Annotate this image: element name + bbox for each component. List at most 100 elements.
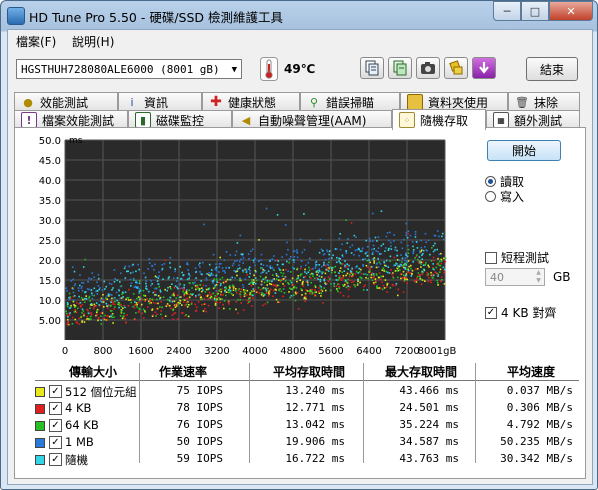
menu-help[interactable]: 說明(H) — [72, 33, 114, 50]
data-point — [225, 266, 228, 269]
short-stroke-checkbox[interactable] — [485, 251, 497, 264]
align-4kb-checkbox[interactable]: ✓ — [485, 306, 497, 319]
write-radio[interactable] — [485, 191, 496, 202]
data-point — [151, 264, 153, 267]
data-point — [148, 302, 151, 305]
series-checkbox[interactable]: ✓ — [49, 419, 62, 432]
data-point — [269, 282, 271, 285]
data-point — [89, 300, 91, 302]
write-option[interactable]: 寫入 — [485, 188, 524, 205]
data-point — [390, 269, 392, 271]
data-point — [183, 295, 186, 297]
tab-benchmark[interactable]: ● 效能測試 — [14, 92, 118, 111]
data-point — [308, 257, 311, 260]
data-point — [378, 261, 381, 264]
table-row: ✓ 64 KB 76 IOPS 13.042 ms 35.224 ms 4.792 MB/… — [35, 417, 585, 433]
data-point — [276, 264, 279, 266]
data-point — [109, 293, 112, 296]
series-checkbox[interactable]: ✓ — [49, 453, 62, 466]
data-point — [418, 256, 421, 258]
read-radio[interactable] — [485, 176, 496, 187]
data-point — [284, 280, 287, 282]
data-point — [147, 268, 149, 270]
data-point — [218, 271, 220, 273]
align-4kb-option[interactable]: ✓ 4 KB 對齊 — [485, 304, 556, 321]
data-point — [410, 264, 412, 267]
short-stroke-label: 短程測試 — [501, 251, 550, 265]
data-point — [317, 278, 319, 280]
write-label: 寫入 — [500, 190, 525, 204]
data-point — [159, 291, 162, 293]
data-point — [367, 246, 369, 248]
start-button[interactable]: 開始 — [487, 140, 561, 161]
data-point — [179, 287, 182, 290]
drive-select[interactable]: HGSTHUH728080ALE6000 (8001 gB) ▼ — [16, 59, 242, 79]
exit-button[interactable]: 結束 — [526, 57, 578, 81]
copy-text-button[interactable] — [388, 57, 412, 79]
data-point — [185, 301, 188, 303]
series-checkbox[interactable]: ✓ — [49, 436, 62, 449]
data-point — [151, 283, 153, 285]
series-checkbox[interactable]: ✓ — [49, 385, 62, 398]
data-point — [201, 304, 203, 306]
tab-random-access[interactable]: ⁘ 隨機存取 — [392, 109, 486, 130]
data-point — [107, 293, 110, 296]
data-point — [337, 283, 339, 286]
data-point — [404, 276, 407, 279]
data-point — [197, 301, 200, 303]
data-point — [201, 290, 203, 293]
close-button[interactable]: ✕ — [549, 1, 593, 21]
minimize-button[interactable]: ─ — [493, 1, 521, 21]
max-access-value: 43.466 ms — [399, 384, 459, 397]
data-point — [394, 270, 397, 272]
data-point — [144, 276, 147, 279]
data-point — [400, 277, 402, 280]
data-point — [260, 259, 262, 261]
data-point — [246, 299, 249, 302]
data-point — [342, 284, 344, 286]
tab-info[interactable]: i 資訊 — [118, 92, 202, 111]
series-checkbox[interactable]: ✓ — [49, 402, 62, 415]
data-point — [235, 288, 237, 290]
short-stroke-option[interactable]: 短程測試 — [485, 249, 549, 266]
copy-info-button[interactable] — [360, 57, 384, 79]
save-button[interactable] — [472, 57, 496, 79]
tab-label: 資料夾使用 — [428, 95, 489, 110]
tab-error-scan[interactable]: ⚲ 錯誤掃瞄 — [300, 92, 400, 111]
data-point — [165, 305, 168, 307]
menu-file[interactable]: 檔案(F) — [16, 33, 56, 50]
tab-health[interactable]: ✚ 健康狀態 — [202, 92, 300, 111]
data-point — [323, 261, 325, 264]
data-point — [274, 259, 277, 262]
data-point — [133, 279, 135, 281]
spinner-arrows-icon[interactable]: ▲ ▼ — [533, 269, 544, 285]
data-point — [254, 257, 256, 260]
data-point — [145, 287, 147, 290]
data-point — [434, 234, 437, 237]
data-point — [224, 290, 226, 293]
data-point — [440, 262, 443, 265]
data-point — [424, 280, 426, 282]
tab-erase[interactable]: 🗑 抹除 — [508, 92, 580, 111]
data-point — [248, 283, 250, 285]
data-point — [287, 248, 289, 251]
short-stroke-size-input[interactable]: 40 ▲ ▼ — [485, 268, 545, 286]
data-point — [66, 302, 69, 304]
maximize-button[interactable]: □ — [521, 1, 549, 21]
data-point — [366, 289, 368, 291]
data-point — [121, 309, 123, 312]
data-point — [361, 247, 364, 250]
data-point — [211, 269, 213, 271]
data-point — [281, 275, 284, 277]
data-point — [220, 282, 222, 285]
data-point — [330, 289, 332, 292]
screenshot-button[interactable] — [416, 57, 440, 79]
data-point — [397, 276, 399, 279]
title-bar[interactable]: HD Tune Pro 5.50 - 硬碟/SSD 檢測維護工具 ─ □ ✕ — [1, 1, 597, 29]
data-point — [166, 289, 168, 292]
data-point — [225, 251, 228, 253]
data-point — [188, 296, 191, 299]
data-point — [120, 305, 123, 308]
data-point — [199, 284, 202, 286]
options-button[interactable] — [444, 57, 468, 79]
